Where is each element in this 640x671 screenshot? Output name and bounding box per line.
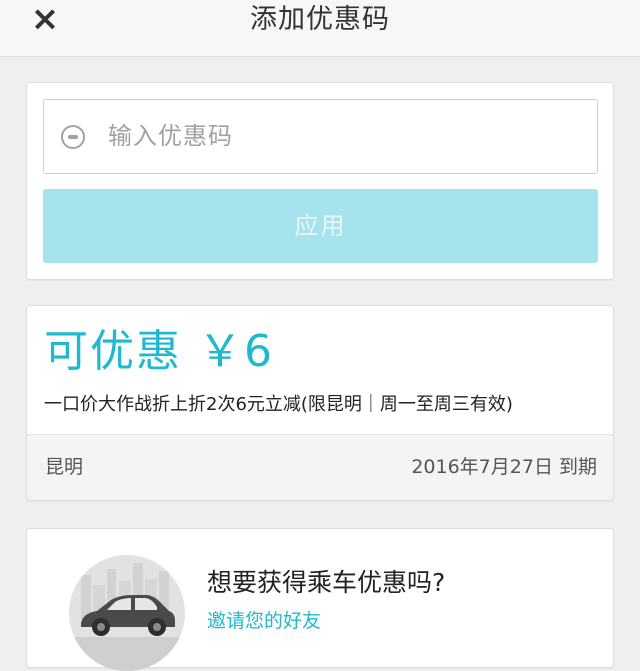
coupon-amount: 可优惠 ￥6 (44, 326, 274, 377)
promo-code-card: 输入优惠码 应用 (26, 82, 614, 280)
invite-title: 想要获得乘车优惠吗? (207, 568, 446, 597)
invite-card[interactable]: 想要获得乘车优惠吗? 邀请您的好友 (26, 528, 614, 671)
coupon-description: 一口价大作战折上折2次6元立减(限昆明｜周一至周三有效) (44, 394, 513, 415)
apply-button[interactable]: 应用 (43, 189, 598, 263)
promo-tag-icon (61, 125, 85, 149)
coupon-expiry-date: 2016年7月27日 到期 (411, 456, 597, 478)
page-title: 添加优惠码 (250, 4, 390, 35)
car-icon (69, 563, 185, 671)
coupon-card[interactable]: 可优惠 ￥6 一口价大作战折上折2次6元立减(限昆明｜周一至周三有效) 昆明 2… (26, 305, 614, 501)
coupon-city: 昆明 (45, 456, 84, 478)
car-illustration (69, 555, 185, 671)
coupon-footer: 昆明 2016年7月27日 到期 (27, 434, 613, 500)
invite-friends-link[interactable]: 邀请您的好友 (207, 607, 321, 635)
promo-code-input[interactable]: 输入优惠码 (43, 99, 598, 174)
promo-code-placeholder: 输入优惠码 (108, 122, 233, 150)
top-bar: × 添加优惠码 (0, 0, 640, 57)
